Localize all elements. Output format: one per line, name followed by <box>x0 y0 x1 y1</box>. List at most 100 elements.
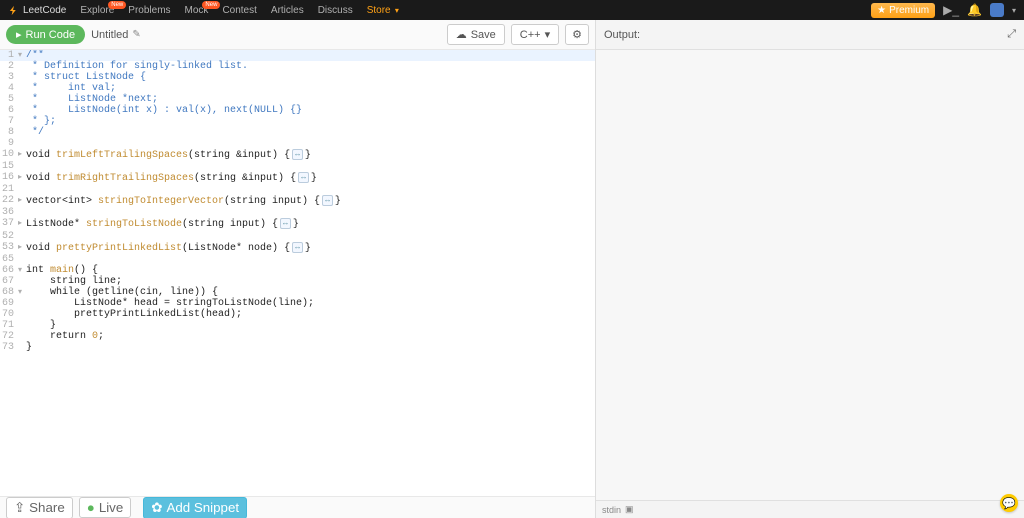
code-line[interactable]: 67 string line; <box>0 276 595 287</box>
fold-toggle-icon[interactable]: ▸ <box>16 218 24 230</box>
code-line[interactable]: 7 * }; <box>0 116 595 127</box>
code-line[interactable]: 65 <box>0 254 595 265</box>
code-content: /** <box>24 50 44 61</box>
nav-link-discuss[interactable]: Discuss <box>318 5 353 16</box>
fold-placeholder-icon[interactable]: ↔ <box>322 195 333 206</box>
nav-link-store[interactable]: Store ▾ <box>367 5 399 16</box>
file-title[interactable]: Untitled ✎ <box>91 29 141 41</box>
code-line[interactable]: 71 } <box>0 320 595 331</box>
fold-toggle-icon[interactable]: ▸ <box>16 149 24 161</box>
fold-toggle-icon <box>16 116 24 127</box>
code-line[interactable]: 21 <box>0 184 595 195</box>
user-caret-icon[interactable]: ▾ <box>1012 6 1016 15</box>
line-number: 72 <box>0 331 16 342</box>
code-line[interactable]: 37▸ListNode* stringToListNode(string inp… <box>0 218 595 230</box>
code-line[interactable]: 3 * struct ListNode { <box>0 72 595 83</box>
star-icon: ★ <box>877 5 886 16</box>
share-button[interactable]: ⇪ Share <box>6 497 73 518</box>
run-code-label: Run Code <box>26 29 76 41</box>
code-content: void prettyPrintLinkedList(ListNode* nod… <box>24 242 311 254</box>
fold-toggle-icon[interactable]: ▾ <box>16 265 24 276</box>
code-content: while (getline(cin, line)) { <box>24 287 218 298</box>
chevron-down-icon: ▾ <box>545 28 551 41</box>
code-line[interactable]: 4 * int val; <box>0 83 595 94</box>
code-line[interactable]: 1▾/** <box>0 50 595 61</box>
new-badge: New <box>202 1 220 9</box>
code-line[interactable]: 70 prettyPrintLinkedList(head); <box>0 309 595 320</box>
fold-placeholder-icon[interactable]: ↔ <box>280 218 291 229</box>
code-line[interactable]: 52 <box>0 231 595 242</box>
live-label: Live <box>99 500 123 515</box>
code-line[interactable]: 16▸void trimRightTrailingSpaces(string &… <box>0 172 595 184</box>
output-body <box>596 50 1024 500</box>
code-line[interactable]: 22▸vector<int> stringToIntegerVector(str… <box>0 195 595 207</box>
notifications-icon[interactable]: 🔔 <box>967 3 982 17</box>
code-line[interactable]: 36 <box>0 207 595 218</box>
save-button[interactable]: ☁ Save <box>447 24 505 45</box>
premium-button[interactable]: ★ Premium <box>871 3 935 18</box>
premium-label: Premium <box>889 5 929 16</box>
line-number: 70 <box>0 309 16 320</box>
add-snippet-button[interactable]: ✿ Add Snippet <box>143 497 247 518</box>
fold-toggle-icon[interactable]: ▸ <box>16 242 24 254</box>
fold-toggle-icon <box>16 127 24 138</box>
code-editor[interactable]: 1▾/**2 * Definition for singly-linked li… <box>0 50 595 496</box>
new-badge: New <box>108 1 126 9</box>
nav-link-contest[interactable]: Contest <box>222 5 256 16</box>
code-content: vector<int> stringToIntegerVector(string… <box>24 195 341 207</box>
playground-icon[interactable]: ▶_ <box>943 3 959 17</box>
code-line[interactable]: 5 * ListNode *next; <box>0 94 595 105</box>
code-line[interactable]: 6 * ListNode(int x) : val(x), next(NULL)… <box>0 105 595 116</box>
line-number: 52 <box>0 231 16 242</box>
code-content: ListNode* head = stringToListNode(line); <box>24 298 314 309</box>
output-footer: stdin ▣ <box>596 500 1024 518</box>
language-select[interactable]: C++ ▾ <box>511 24 559 45</box>
settings-button[interactable]: ⚙ <box>565 24 589 45</box>
code-line[interactable]: 72 return 0; <box>0 331 595 342</box>
fold-placeholder-icon[interactable]: ↔ <box>292 242 303 253</box>
nav-link-problems[interactable]: Problems <box>128 5 170 16</box>
fold-toggle-icon <box>16 161 24 172</box>
file-title-text: Untitled <box>91 29 128 41</box>
fold-toggle-icon[interactable]: ▾ <box>16 50 24 61</box>
line-number: 36 <box>0 207 16 218</box>
code-content: * Definition for singly-linked list. <box>24 61 248 72</box>
run-code-button[interactable]: ▸ Run Code <box>6 25 85 44</box>
expand-icon[interactable]: ⤢ <box>1007 28 1016 41</box>
code-line[interactable]: 15 <box>0 161 595 172</box>
leetcode-logo-icon <box>8 5 19 16</box>
code-line[interactable]: 9 <box>0 138 595 149</box>
help-bubble[interactable]: 💬 <box>1000 494 1018 512</box>
live-dot-icon: ● <box>87 500 95 515</box>
code-line[interactable]: 2 * Definition for singly-linked list. <box>0 61 595 72</box>
code-line[interactable]: 10▸void trimLeftTrailingSpaces(string &i… <box>0 149 595 161</box>
code-line[interactable]: 66▾int main() { <box>0 265 595 276</box>
code-line[interactable]: 8 */ <box>0 127 595 138</box>
line-number: 71 <box>0 320 16 331</box>
avatar[interactable] <box>990 3 1004 17</box>
fold-toggle-icon[interactable]: ▾ <box>16 287 24 298</box>
line-number: 37 <box>0 218 16 230</box>
code-line[interactable]: 68▾ while (getline(cin, line)) { <box>0 287 595 298</box>
nav-link-explore[interactable]: ExploreNew <box>80 5 114 16</box>
code-line[interactable]: 69 ListNode* head = stringToListNode(lin… <box>0 298 595 309</box>
fold-toggle-icon[interactable]: ▸ <box>16 195 24 207</box>
code-line[interactable]: 73} <box>0 342 595 353</box>
fold-placeholder-icon[interactable]: ↔ <box>298 172 309 183</box>
code-line[interactable]: 53▸void prettyPrintLinkedList(ListNode* … <box>0 242 595 254</box>
output-pane: Output: ⤢ stdin ▣ 💬 <box>596 20 1024 518</box>
fold-placeholder-icon[interactable]: ↔ <box>292 149 303 160</box>
live-button[interactable]: ● Live <box>79 497 132 518</box>
nav-link-articles[interactable]: Articles <box>271 5 304 16</box>
edit-title-icon[interactable]: ✎ <box>132 29 140 40</box>
chevron-down-icon: ▾ <box>393 6 399 15</box>
add-snippet-label: Add Snippet <box>166 500 239 515</box>
fold-toggle-icon <box>16 231 24 242</box>
line-number: 10 <box>0 149 16 161</box>
code-content <box>24 184 26 195</box>
fold-toggle-icon[interactable]: ▸ <box>16 172 24 184</box>
stdin-expand-icon[interactable]: ▣ <box>625 504 634 515</box>
brand-logo[interactable]: LeetCode <box>8 5 66 16</box>
stdin-label[interactable]: stdin <box>602 505 621 515</box>
nav-link-mock[interactable]: MockNew <box>185 5 209 16</box>
